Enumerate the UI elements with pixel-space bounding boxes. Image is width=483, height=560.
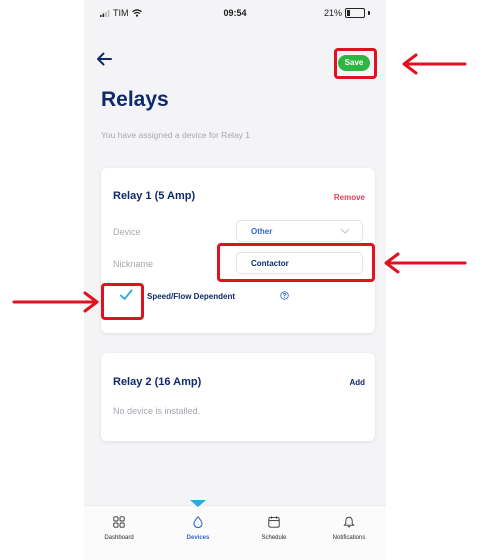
nav-label-schedule: Schedule: [261, 535, 287, 541]
relay2-empty-text: No device is installed.: [113, 406, 201, 416]
relay2-card: Relay 2 (16 Amp) Add No device is instal…: [101, 353, 375, 441]
battery-group: 21%: [324, 8, 370, 18]
help-circle-icon[interactable]: [280, 291, 289, 300]
arrow-to-save: [402, 53, 467, 75]
arrow-to-nickname: [384, 252, 467, 274]
speed-flow-label: Speed/Flow Dependent: [147, 292, 236, 301]
page-title: Relays: [101, 88, 169, 111]
device-select-value: Other: [251, 227, 273, 236]
add-button[interactable]: Add: [349, 378, 365, 387]
chevron-down-icon: [340, 228, 350, 234]
status-bar: TIM 09:54 21%: [84, 0, 386, 28]
nav-item-dashboard[interactable]: Dashboard: [84, 516, 154, 541]
highlight-nickname-box: [217, 243, 375, 282]
nav-label-dashboard: Dashboard: [104, 535, 134, 541]
relay1-title: Relay 1 (5 Amp): [113, 190, 196, 202]
nav-item-schedule[interactable]: Schedule: [239, 516, 309, 541]
nav-item-devices[interactable]: Devices: [163, 516, 233, 541]
back-arrow-icon[interactable]: [96, 52, 112, 66]
battery-icon: [345, 8, 365, 18]
relay2-title: Relay 2 (16 Amp): [113, 376, 202, 388]
grid-icon: [113, 516, 125, 528]
nav-item-notifications[interactable]: Notifications: [314, 516, 384, 541]
device-label: Device: [113, 227, 141, 237]
device-select[interactable]: Other: [236, 220, 363, 242]
battery-tip: [368, 11, 370, 15]
highlight-checkbox-box: [101, 283, 144, 320]
bell-icon: [343, 516, 355, 528]
nickname-label: Nickname: [113, 259, 154, 269]
highlight-save-box: [334, 48, 377, 79]
droplet-icon: [193, 516, 203, 528]
battery-percent: 21%: [323, 8, 342, 18]
nav-label-notifications: Notifications: [332, 535, 366, 541]
page-subtitle: You have assigned a device for Relay 1: [101, 130, 251, 140]
nav-active-indicator: [190, 500, 206, 507]
bottom-nav: Dashboard Devices Schedule Notifications: [84, 500, 386, 560]
remove-button[interactable]: Remove: [334, 193, 365, 202]
calendar-icon: [268, 516, 280, 528]
nav-label-devices: Devices: [186, 535, 210, 541]
